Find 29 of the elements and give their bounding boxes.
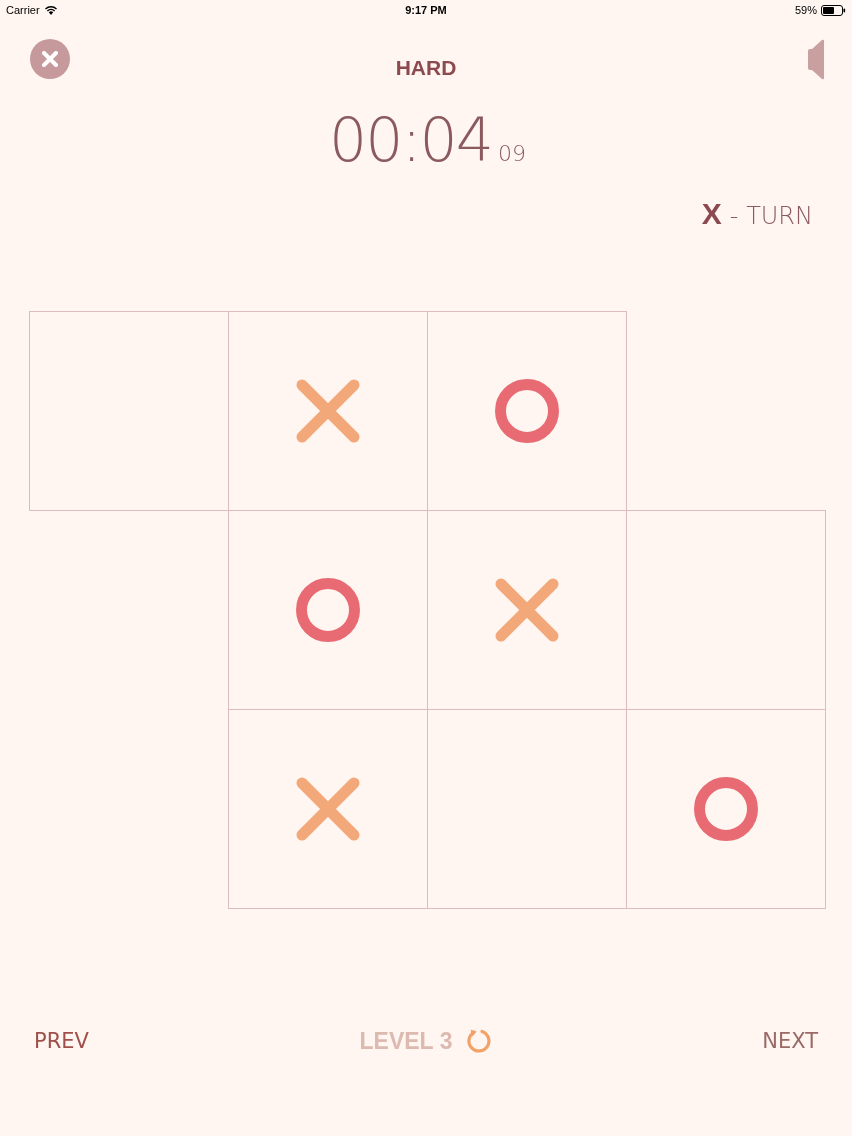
timer: 00:04 (329, 109, 492, 171)
sound-button[interactable] (808, 39, 824, 80)
difficulty-title: HARD (395, 58, 457, 78)
timer-hundredths: 09 (497, 143, 526, 165)
prev-button[interactable]: PREV (34, 1029, 89, 1053)
board-cell[interactable] (626, 709, 826, 909)
next-button[interactable]: NEXT (762, 1029, 818, 1053)
ring-icon (694, 777, 758, 841)
cross-icon (296, 379, 360, 443)
turn-player: X (701, 198, 722, 230)
close-icon (42, 51, 58, 67)
board-cell[interactable] (228, 709, 428, 909)
level-label: LEVEL 3 (359, 1029, 453, 1053)
speaker-icon (808, 39, 824, 80)
carrier-label: Carrier (6, 2, 40, 18)
wifi-icon (44, 5, 57, 15)
board-cell[interactable] (29, 311, 229, 511)
close-button[interactable] (30, 39, 70, 79)
cross-icon (495, 578, 559, 642)
cross-icon (296, 777, 360, 841)
turn-label: - TURN (729, 201, 813, 232)
status-time: 9:17 PM (405, 2, 447, 18)
battery-percent: 59% (794, 2, 817, 18)
ring-icon (296, 578, 360, 642)
battery-icon (821, 4, 846, 16)
board-cell[interactable] (427, 311, 627, 511)
refresh-icon[interactable] (466, 1028, 493, 1054)
board-cell[interactable] (626, 510, 826, 710)
ring-icon (495, 379, 559, 443)
